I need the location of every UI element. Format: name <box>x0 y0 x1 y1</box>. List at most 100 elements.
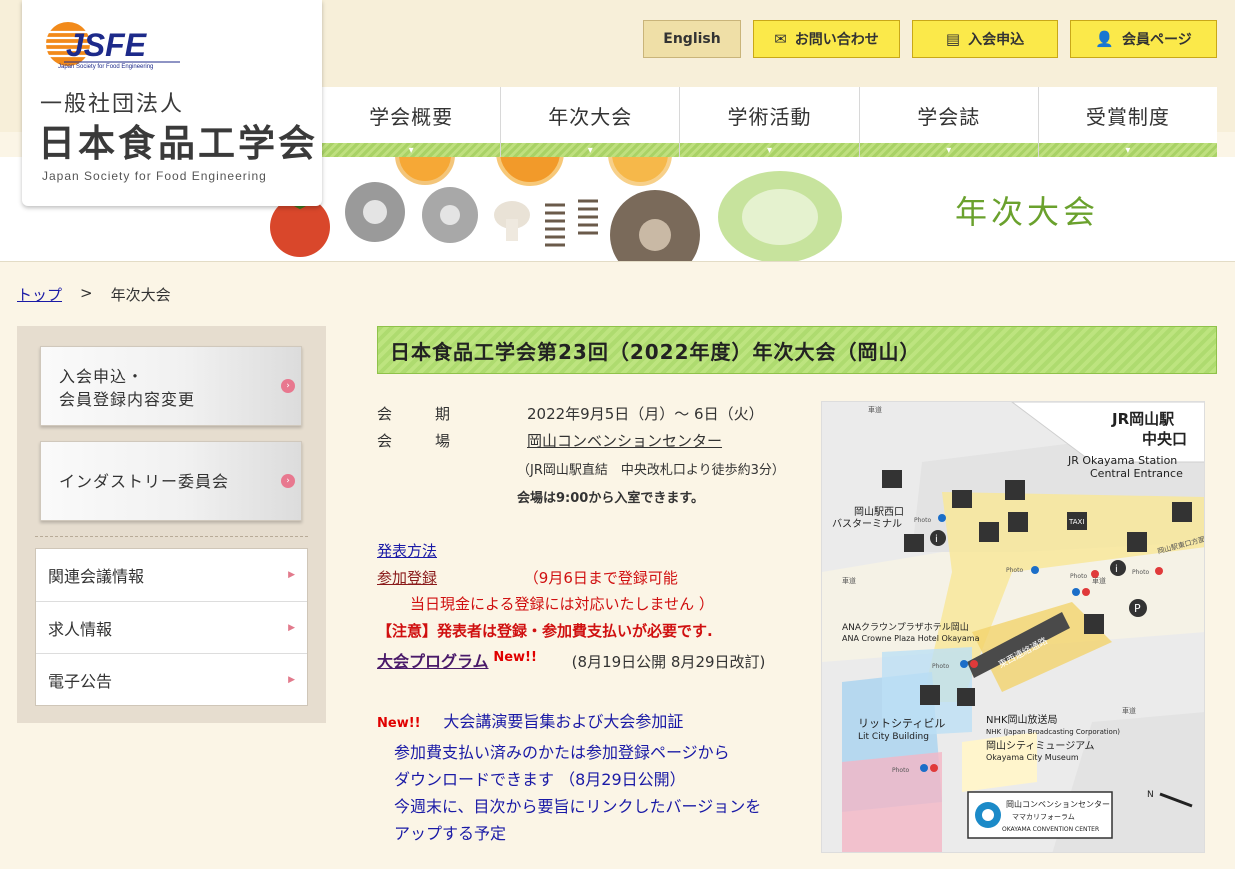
presenter-caution: 【注意】発表者は登録・参加費支払いが必要です. <box>377 622 713 640</box>
venue-access-map[interactable]: 東西連絡通路 JR岡山駅 中央口 JR Okayama Station Cent… <box>821 401 1205 853</box>
map-convention-label: 岡山コンベンションセンター <box>1006 799 1110 809</box>
venue-label: 会 場 <box>377 432 465 450</box>
map-road-label: 車道 <box>868 405 882 414</box>
abstract-line: 今週末に、目次から要旨にリンクしたバージョンを <box>394 797 762 816</box>
map-museum-label: 岡山シティミュージアム <box>986 740 1095 752</box>
presentation-method-link[interactable]: 発表方法 <box>377 542 437 560</box>
sidebar-item-label: 関連会議情報 <box>48 567 145 586</box>
svg-text:JSFE: JSFE <box>66 27 148 63</box>
info-label: i <box>1115 564 1118 575</box>
contact-button[interactable]: ✉ お問い合わせ <box>753 20 900 58</box>
program-link[interactable]: 大会プログラム <box>377 652 489 671</box>
registration-row: 参加登録 （9月6日まで登録可能 <box>377 567 678 588</box>
map-bus-terminal-label: 岡山駅西口 <box>854 506 904 518</box>
nav-item-annual-meeting[interactable]: 年次大会 ▾ <box>500 87 680 157</box>
page-title: 日本食品工学会第23回（2022年度）年次大会（岡山） <box>377 326 1217 374</box>
map-hotel-en-label: ANA Crowne Plaza Hotel Okayama <box>842 634 980 643</box>
chevron-down-icon: ▾ <box>680 143 859 157</box>
sidebar-item-label: 求人情報 <box>48 619 113 639</box>
escalator-icon <box>920 685 940 705</box>
banner-line: インダストリー委員会 <box>59 472 230 491</box>
chevron-down-icon: ▾ <box>322 143 501 157</box>
member-page-button[interactable]: 👤 会員ページ <box>1070 20 1217 58</box>
document-icon: ▤ <box>945 29 961 48</box>
elevator-icon <box>1127 532 1147 552</box>
period-label: 会 期 <box>377 405 465 423</box>
escalator-icon <box>1172 502 1192 522</box>
user-icon: 👤 <box>1095 29 1114 48</box>
period-row: 会 期 2022年9月5日（月）～ 6日（火） <box>377 403 764 424</box>
venue-link[interactable]: 岡山コンベンションセンター <box>527 432 722 450</box>
taxi-label: TAXI <box>1068 518 1084 526</box>
banner-line: 会員登録内容変更 <box>59 390 196 410</box>
venue-row: 会 場 岡山コンベンションセンター <box>377 430 722 451</box>
period-value: 2022年9月5日（月）～ 6日（火） <box>527 405 764 423</box>
sidebar-item-label: 電子公告 <box>48 671 113 691</box>
member-label: 会員ページ <box>1121 32 1192 48</box>
bus-icon <box>882 470 902 488</box>
sidebar-item-jobs[interactable]: 求人情報 ▶ <box>36 601 307 653</box>
nav-label: 学術活動 <box>727 104 812 129</box>
bus-icon <box>952 490 972 508</box>
venue-note: （JR岡山駅直結 中央改札口より徒歩約3分） <box>517 463 785 478</box>
nav-item-awards[interactable]: 受賞制度 ▾ <box>1037 87 1218 157</box>
nav-item-about[interactable]: 学会概要 ▾ <box>322 87 501 157</box>
parking-label: P <box>1134 602 1141 615</box>
sidebar: 入会申込・ 会員登録内容変更 › インダストリー委員会 › 関連会議情報 ▶ 求… <box>17 326 326 723</box>
north-icon: N <box>1147 790 1154 800</box>
registration-note-2: 当日現金による登録には対応いたしません ） <box>410 595 714 613</box>
elevator-icon <box>957 688 975 706</box>
sidebar-item-related-meetings[interactable]: 関連会議情報 ▶ <box>36 549 307 601</box>
site-logo[interactable]: JSFE Japan Society for Food Engineering … <box>22 0 322 206</box>
mail-icon: ✉ <box>774 29 787 48</box>
breadcrumb-separator: > <box>80 284 93 302</box>
nav-label: 学会誌 <box>917 104 981 129</box>
presentation-row: 発表方法 <box>377 540 437 561</box>
breadcrumb-current: 年次大会 <box>110 286 171 304</box>
map-station-en-label: JR Okayama Station <box>1067 454 1177 467</box>
logo-society-name-en: Japan Society for Food Engineering <box>42 169 267 183</box>
nav-item-academic[interactable]: 学術活動 ▾ <box>679 87 859 157</box>
map-station-exit-label: 中央口 <box>1142 430 1187 448</box>
chevron-down-icon: ▾ <box>859 143 1038 157</box>
map-hotel-label: ANAクラウンプラザホテル岡山 <box>842 622 969 633</box>
new-badge: New!! <box>377 716 421 731</box>
arrow-right-icon: › <box>281 379 295 393</box>
program-row: 大会プログラム New!! (8月19日公開 8月29日改訂) <box>377 648 765 672</box>
chevron-down-icon: ▾ <box>501 143 680 157</box>
photo-marker: Photo <box>1006 567 1023 574</box>
chevron-right-icon: ▶ <box>288 622 295 633</box>
entry-note: 会場は9:00から入室できます。 <box>517 491 705 506</box>
nav-label: 受賞制度 <box>1085 104 1170 129</box>
map-nhk-en-label: NHK (Japan Broadcasting Corporation) <box>986 728 1120 736</box>
info-icon <box>1110 560 1126 576</box>
sidebar-divider <box>35 536 308 537</box>
nav-label: 学会概要 <box>369 104 454 129</box>
map-litcity-label: リットシティビル <box>858 717 945 730</box>
map-bus-terminal-label-2: バスターミナル <box>832 518 902 530</box>
membership-banner[interactable]: 入会申込・ 会員登録内容変更 › <box>40 346 302 426</box>
industry-committee-banner[interactable]: インダストリー委員会 › <box>40 441 302 521</box>
sidebar-link-list: 関連会議情報 ▶ 求人情報 ▶ 電子公告 ▶ <box>35 548 308 706</box>
join-button[interactable]: ▤ 入会申込 <box>912 20 1058 58</box>
sidebar-item-public-notice[interactable]: 電子公告 ▶ <box>36 653 307 705</box>
photo-marker: Photo <box>914 517 931 524</box>
registration-link[interactable]: 参加登録 <box>377 569 437 587</box>
nav-label: 年次大会 <box>548 104 633 129</box>
breadcrumb-home-link[interactable]: トップ <box>17 284 62 305</box>
global-nav: 学会概要 ▾ 年次大会 ▾ 学術活動 ▾ 学会誌 ▾ 受賞制度 ▾ <box>322 87 1218 157</box>
abstract-title: 大会講演要旨集および大会参加証 <box>443 712 684 731</box>
restroom-icon <box>1005 480 1025 500</box>
english-button[interactable]: English <box>643 20 741 58</box>
nav-item-journal[interactable]: 学会誌 ▾ <box>858 87 1038 157</box>
hero-title: 年次大会 <box>955 193 1100 231</box>
abstract-row: New!! 大会講演要旨集および大会参加証 <box>377 708 683 732</box>
chevron-down-icon: ▾ <box>1038 143 1218 157</box>
photo-marker: Photo <box>932 663 949 670</box>
abstract-line: 参加費支払い済みのかたは参加登録ページから <box>394 743 730 762</box>
map-nhk-label: NHK岡山放送局 <box>986 713 1058 726</box>
info-icon <box>930 530 946 546</box>
photo-marker: Photo <box>1132 569 1149 576</box>
abstract-line: アップする予定 <box>394 824 507 843</box>
map-station-label: JR岡山駅 <box>1111 410 1175 428</box>
